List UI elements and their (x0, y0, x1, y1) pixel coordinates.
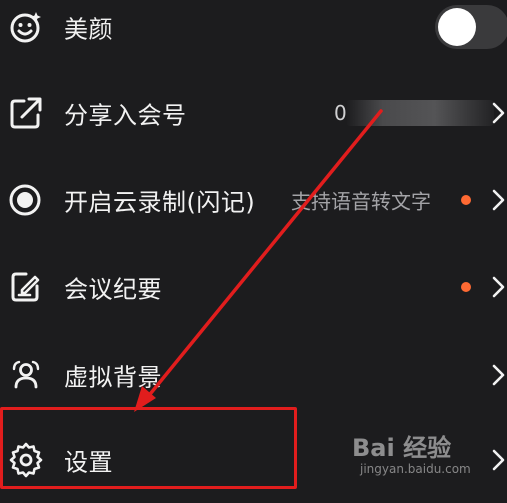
menu-item-label: 虚拟背景 (64, 363, 162, 392)
menu-item-beauty[interactable]: 美颜 (0, 0, 507, 70)
smiley-icon (8, 9, 44, 45)
toggle-knob (438, 8, 476, 46)
annotation-highlight-box (0, 407, 297, 489)
menu-item-label: 分享入会号 (64, 101, 187, 130)
menu-item-share-meeting-id[interactable]: 分享入会号 0 (0, 70, 507, 156)
menu-item-virtual-background[interactable]: 虚拟背景 (0, 332, 507, 418)
new-dot (461, 195, 471, 205)
redacted-meeting-id (346, 100, 494, 126)
chevron-right-icon (491, 189, 507, 211)
record-hint: 支持语音转文字 (291, 189, 431, 214)
chevron-right-icon (491, 449, 507, 471)
beauty-toggle[interactable] (435, 5, 507, 49)
notes-edit-icon (8, 269, 44, 305)
menu-item-meeting-notes[interactable]: 会议纪要 (0, 244, 507, 330)
meeting-id-value: 0 (334, 101, 347, 125)
menu-item-label: 会议纪要 (64, 275, 162, 304)
menu-item-cloud-record[interactable]: 开启云录制(闪记) 支持语音转文字 (0, 157, 507, 243)
menu-item-label: 美颜 (64, 15, 113, 44)
menu-item-label: 开启云录制(闪记) (64, 188, 256, 217)
virtual-background-icon (8, 357, 44, 393)
chevron-right-icon (491, 276, 507, 298)
chevron-right-icon (491, 102, 507, 124)
new-dot (461, 282, 471, 292)
share-icon (8, 95, 44, 131)
chevron-right-icon (491, 364, 507, 386)
record-icon (8, 182, 44, 218)
